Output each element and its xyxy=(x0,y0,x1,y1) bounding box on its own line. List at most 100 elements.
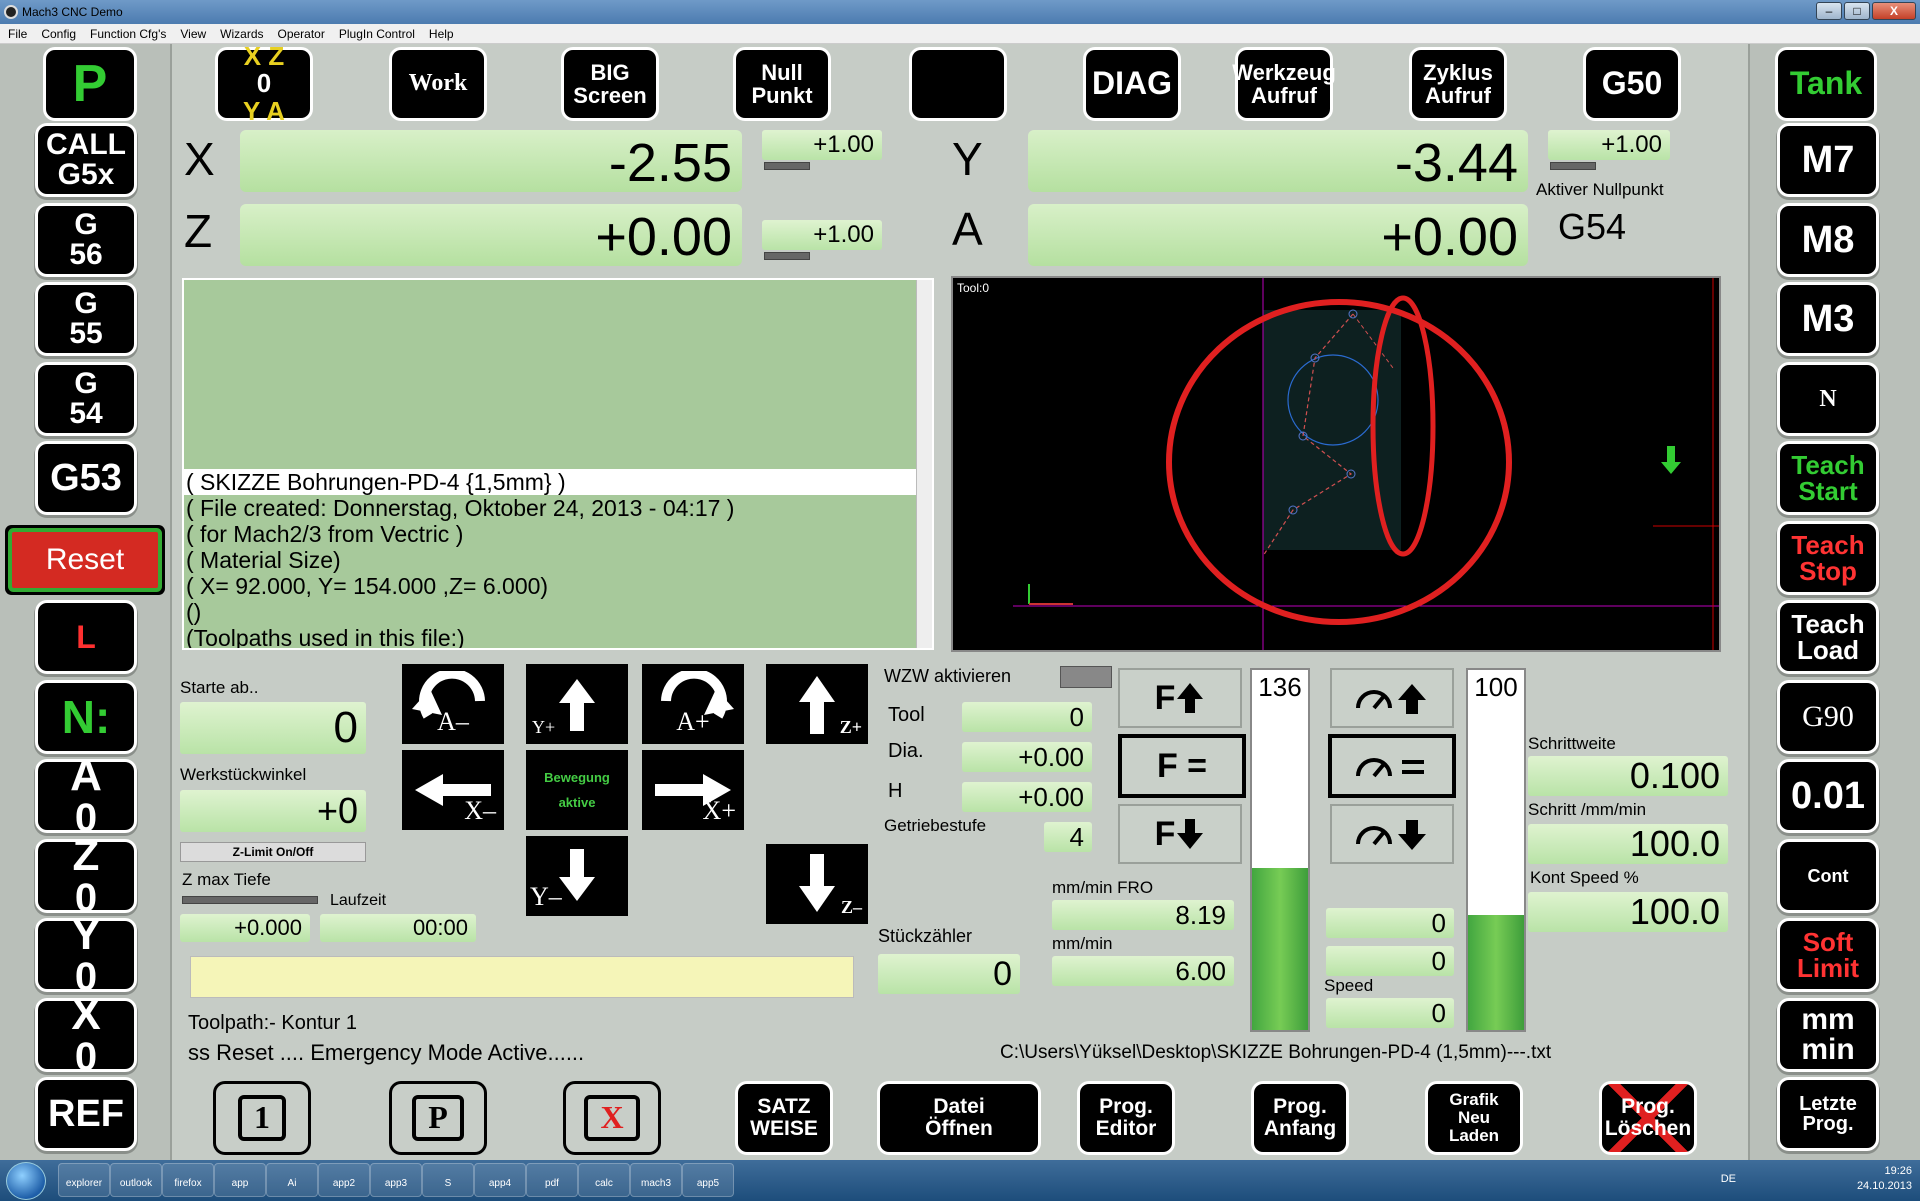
menu-plugin-control[interactable]: PlugIn Control xyxy=(339,24,415,43)
top-button-work[interactable]: Work xyxy=(392,50,484,118)
menu-file[interactable]: File xyxy=(8,24,27,43)
start-button[interactable] xyxy=(6,1162,46,1200)
taskbar-pdf-icon[interactable]: pdf xyxy=(526,1163,578,1197)
speed-field[interactable]: 0 xyxy=(1326,998,1454,1028)
left-button-g53[interactable]: G53 xyxy=(38,444,134,512)
right-button-m7[interactable]: M7 xyxy=(1780,126,1876,194)
top-button-g50[interactable]: G50 xyxy=(1586,50,1678,118)
taskbar-app5-icon[interactable]: app5 xyxy=(682,1163,734,1197)
gcode-line[interactable]: ( SKIZZE Bohrungen-PD-4 {1,5mm} ) xyxy=(184,469,932,495)
right-button-teach-load[interactable]: Teach Load xyxy=(1780,603,1876,671)
jog-x-minus-button[interactable]: X– xyxy=(402,750,504,830)
right-button-m3[interactable]: M3 xyxy=(1780,285,1876,353)
dia-field[interactable]: +0.00 xyxy=(962,742,1092,772)
bottom-button-grafik-neu-laden[interactable]: Grafik Neu Laden xyxy=(1428,1084,1520,1152)
bottom-button-prog-löschen[interactable]: Prog. Löschen xyxy=(1602,1084,1694,1152)
gcode-line[interactable]: ( Material Size) xyxy=(184,547,932,573)
scale-z[interactable]: +1.00 xyxy=(762,220,882,250)
left-button-g-56[interactable]: G 56 xyxy=(38,205,134,274)
right-button-step[interactable]: 0.01 xyxy=(1780,762,1876,830)
gcode-line[interactable]: (Toolpaths used in this file:) xyxy=(184,625,932,648)
sro2-field[interactable]: 0 xyxy=(1326,946,1454,976)
bottom-button-prog-editor[interactable]: Prog. Editor xyxy=(1080,1084,1172,1152)
right-button-spindle-orient[interactable]: N xyxy=(1780,364,1876,433)
left-button-reset[interactable]: Reset xyxy=(12,531,158,588)
dro-x[interactable]: -2.55 xyxy=(240,130,742,193)
right-button-teach-stop[interactable]: Teach Stop xyxy=(1780,523,1876,592)
maximize-button[interactable]: □ xyxy=(1844,2,1870,20)
jog-z-minus-button[interactable]: Z– xyxy=(766,844,868,924)
left-button-a-0[interactable]: A0 xyxy=(38,754,134,838)
right-button-soft-limit[interactable]: Soft Limit xyxy=(1780,921,1876,989)
fro-field[interactable]: 8.19 xyxy=(1052,900,1234,930)
menu-operator[interactable]: Operator xyxy=(278,24,325,43)
taskbar-calc-icon[interactable]: calc xyxy=(578,1163,630,1197)
jog-y-plus-button[interactable]: Y+ xyxy=(526,664,628,744)
taskbar-firefox-icon[interactable]: firefox xyxy=(162,1163,214,1197)
dro-a[interactable]: +0.00 xyxy=(1028,204,1528,267)
speed-reset-button[interactable] xyxy=(1328,734,1456,798)
right-button-folder[interactable]: Letzte Prog. xyxy=(1780,1080,1876,1148)
gcode-line[interactable]: ( for Mach2/3 from Vectric ) xyxy=(184,521,932,547)
feed-down-button[interactable]: F xyxy=(1118,804,1242,864)
top-button-x0z-ya[interactable]: X Z0Y A xyxy=(218,42,310,124)
bottom-button-stop[interactable]: X xyxy=(566,1084,658,1152)
toolpath-display[interactable]: Tool:0 xyxy=(951,276,1721,652)
top-button-big-screen[interactable]: BIG Screen xyxy=(564,50,656,118)
gcode-line[interactable]: ( File created: Donnerstag, Oktober 24, … xyxy=(184,495,932,521)
menu-function-cfg[interactable]: Function Cfg's xyxy=(90,24,166,43)
speed-up-button[interactable] xyxy=(1330,668,1454,728)
taskbar-outlook-icon[interactable]: outlook xyxy=(110,1163,162,1197)
taskbar-s-icon[interactable]: S xyxy=(422,1163,474,1197)
scale-x[interactable]: +1.00 xyxy=(762,130,882,160)
tool-field[interactable]: 0 xyxy=(962,702,1092,732)
zmax-field[interactable]: +0.000 xyxy=(180,914,310,942)
taskbar-mach3-icon[interactable]: mach3 xyxy=(630,1163,682,1197)
feed-up-button[interactable]: F xyxy=(1118,668,1242,728)
left-button-tool-length[interactable]: L xyxy=(38,603,134,671)
taskbar-app4-icon[interactable]: app4 xyxy=(474,1163,526,1197)
bottom-button-pause[interactable]: P xyxy=(392,1084,484,1152)
workpiece-angle-field[interactable]: +0 xyxy=(180,790,366,832)
bottom-button-folder[interactable]: Datei Öffnen xyxy=(880,1084,1038,1152)
right-button-mm-min[interactable]: mm min xyxy=(1780,1000,1876,1069)
start-from-field[interactable]: 0 xyxy=(180,702,366,754)
right-button-cont[interactable]: Cont xyxy=(1780,841,1876,910)
mdi-input[interactable] xyxy=(190,956,854,998)
left-button-y-0[interactable]: Y0 xyxy=(38,913,134,997)
taskbar-app3-icon[interactable]: app3 xyxy=(370,1163,422,1197)
top-button-blank[interactable] xyxy=(912,50,1004,118)
toolchange-led[interactable] xyxy=(1060,666,1112,688)
feed-override-bar[interactable]: 136 xyxy=(1250,668,1310,1032)
gear-field[interactable]: 4 xyxy=(1044,822,1092,852)
gcode-line[interactable]: ( X= 92.000, Y= 154.000 ,Z= 6.000) xyxy=(184,573,932,599)
speed-down-button[interactable] xyxy=(1330,804,1454,864)
gcode-listing[interactable]: ( SKIZZE Bohrungen-PD-4 {1,5mm} )( File … xyxy=(182,278,934,650)
top-button-tank[interactable]: Tank xyxy=(1778,50,1874,118)
scale-y[interactable]: +1.00 xyxy=(1548,130,1670,160)
bottom-button-prog-anfang[interactable]: Prog. Anfang xyxy=(1254,1084,1346,1152)
taskbar-app2-icon[interactable]: app2 xyxy=(318,1163,370,1197)
speed-override-bar[interactable]: 100 xyxy=(1466,668,1526,1032)
jog-y-minus-button[interactable]: Y– xyxy=(526,836,628,916)
top-button-null-punkt[interactable]: Null Punkt xyxy=(736,50,828,118)
right-button-g90[interactable]: G90 xyxy=(1780,682,1876,751)
taskbar-explorer-icon[interactable]: explorer xyxy=(58,1163,110,1197)
left-button-z-0[interactable]: Z0 xyxy=(38,833,134,918)
counter-field[interactable]: 0 xyxy=(878,954,1020,994)
taskbar-app-icon[interactable]: app xyxy=(214,1163,266,1197)
menu-view[interactable]: View xyxy=(180,24,206,43)
cont-speed-field[interactable]: 100.0 xyxy=(1528,892,1728,932)
step-field[interactable]: 0.100 xyxy=(1528,756,1728,796)
bottom-button-satz-weise[interactable]: SATZ WEISE xyxy=(738,1084,830,1152)
taskbar-ai-icon[interactable]: Ai xyxy=(266,1163,318,1197)
jog-x-plus-button[interactable]: X+ xyxy=(642,750,744,830)
clock-time[interactable]: 19:26 xyxy=(1857,1164,1912,1179)
top-button-werkzeug-aufruf[interactable]: Werkzeug Aufruf xyxy=(1232,50,1336,118)
left-button-call-g5x[interactable]: CALL G5x xyxy=(38,126,134,194)
menu-help[interactable]: Help xyxy=(429,24,454,43)
feed-reset-button[interactable]: F = xyxy=(1118,734,1246,798)
jog-a-plus-button[interactable]: A+ xyxy=(642,664,744,744)
left-button-n[interactable]: N: xyxy=(38,682,134,751)
gcode-line[interactable]: () xyxy=(184,599,932,625)
